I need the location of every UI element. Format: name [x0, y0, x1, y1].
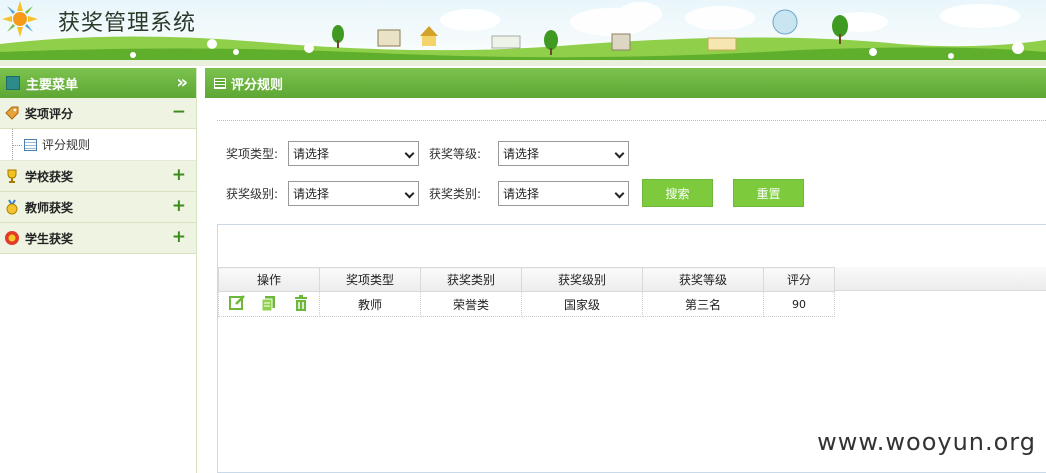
- filter-row-1: 奖项类型: 请选择 获奖等级: 请选择: [226, 141, 629, 166]
- award-type-select[interactable]: 请选择: [288, 141, 419, 166]
- expand-group-icon[interactable]: +: [172, 165, 186, 185]
- sidebar-group-label: 学校获奖: [25, 169, 74, 184]
- search-button[interactable]: 搜索: [642, 179, 713, 207]
- cell-award-type: 教师: [319, 291, 421, 317]
- medal-icon: [6, 199, 18, 215]
- collapse-group-icon[interactable]: −: [172, 102, 186, 122]
- award-rank-select[interactable]: 请选择: [498, 141, 629, 166]
- cell-score: 90: [763, 291, 835, 317]
- table-row: 教师 荣誉类 国家级 第三名 90: [218, 291, 835, 317]
- cell-award-level: 国家级: [521, 291, 643, 317]
- page-title: 评分规则: [231, 77, 284, 93]
- sidebar-group-label: 教师获奖: [25, 200, 74, 215]
- delete-icon[interactable]: [292, 294, 310, 312]
- divider: [217, 120, 1046, 121]
- filter-row-2: 获奖级别: 请选择 获奖类别: 请选择 搜索 重置: [226, 179, 804, 207]
- expand-group-icon[interactable]: +: [172, 196, 186, 216]
- main-header: 评分规则: [205, 68, 1046, 98]
- sidebar-group-label: 奖项评分: [25, 106, 74, 121]
- award-category-label: 获奖类别:: [429, 186, 482, 201]
- expand-group-icon[interactable]: +: [172, 227, 186, 247]
- award-rank-label: 获奖等级:: [429, 147, 482, 161]
- sidebar-item-scoring-rules[interactable]: 评分规则: [0, 129, 196, 161]
- sidebar-header: 主要菜单 »: [0, 68, 196, 98]
- column-header: 操作: [218, 267, 320, 292]
- award-rank-value: 请选择: [503, 147, 540, 161]
- sidebar-group-student-awards[interactable]: 学生获奖 +: [0, 223, 196, 254]
- book-icon: [6, 76, 20, 90]
- app-logo: [2, 1, 38, 37]
- column-header[interactable]: 获奖类别: [420, 267, 522, 292]
- copy-icon[interactable]: [260, 294, 278, 312]
- flower-badge-icon: [5, 231, 19, 245]
- row-actions: [218, 291, 320, 317]
- award-level-select[interactable]: 请选择: [288, 180, 419, 206]
- grid-header-filler: [834, 267, 1046, 291]
- collapse-sidebar-icon[interactable]: »: [176, 72, 188, 93]
- cell-award-rank: 第三名: [642, 291, 764, 317]
- column-header[interactable]: 获奖级别: [521, 267, 643, 292]
- list-icon: [214, 77, 226, 89]
- award-category-select[interactable]: 请选择: [498, 180, 629, 206]
- sidebar-item-label: 评分规则: [42, 138, 91, 152]
- header-banner: 获奖管理系统: [0, 0, 1046, 66]
- rules-table: 操作 奖项类型 获奖类别 获奖级别 获奖等级 评分 教师 荣誉类 国家级 第三名…: [218, 267, 835, 317]
- sidebar: 主要菜单 » 奖项评分 − 评分规则 学校获奖 + 教师获奖 + 学生获奖 +: [0, 68, 197, 473]
- table-header-row: 操作 奖项类型 获奖类别 获奖级别 获奖等级 评分: [218, 267, 835, 292]
- app-title: 获奖管理系统: [58, 11, 197, 36]
- tag-icon: [5, 106, 19, 120]
- edit-icon[interactable]: [228, 294, 246, 312]
- award-type-label: 奖项类型:: [226, 147, 279, 161]
- column-header[interactable]: 奖项类型: [319, 267, 421, 292]
- sidebar-group-award-scoring[interactable]: 奖项评分 −: [0, 98, 196, 129]
- award-type-value: 请选择: [293, 147, 330, 161]
- reset-button[interactable]: 重置: [733, 179, 804, 207]
- sidebar-group-school-awards[interactable]: 学校获奖 +: [0, 161, 196, 192]
- sidebar-group-label: 学生获奖: [25, 231, 74, 246]
- award-level-label: 获奖级别:: [226, 186, 279, 201]
- table-icon: [24, 138, 37, 151]
- award-category-value: 请选择: [503, 186, 540, 201]
- sidebar-group-teacher-awards[interactable]: 教师获奖 +: [0, 192, 196, 223]
- column-header[interactable]: 评分: [763, 267, 835, 292]
- trophy-icon: [7, 169, 17, 183]
- award-level-value: 请选择: [293, 186, 330, 201]
- column-header[interactable]: 获奖等级: [642, 267, 764, 292]
- cell-award-category: 荣誉类: [420, 291, 522, 317]
- sidebar-title: 主要菜单: [26, 77, 79, 93]
- main-panel: 评分规则 奖项类型: 请选择 获奖等级: 请选择 获奖级别: 请选择 获奖类别:…: [205, 68, 1046, 473]
- watermark: www.wooyun.org: [817, 428, 1036, 456]
